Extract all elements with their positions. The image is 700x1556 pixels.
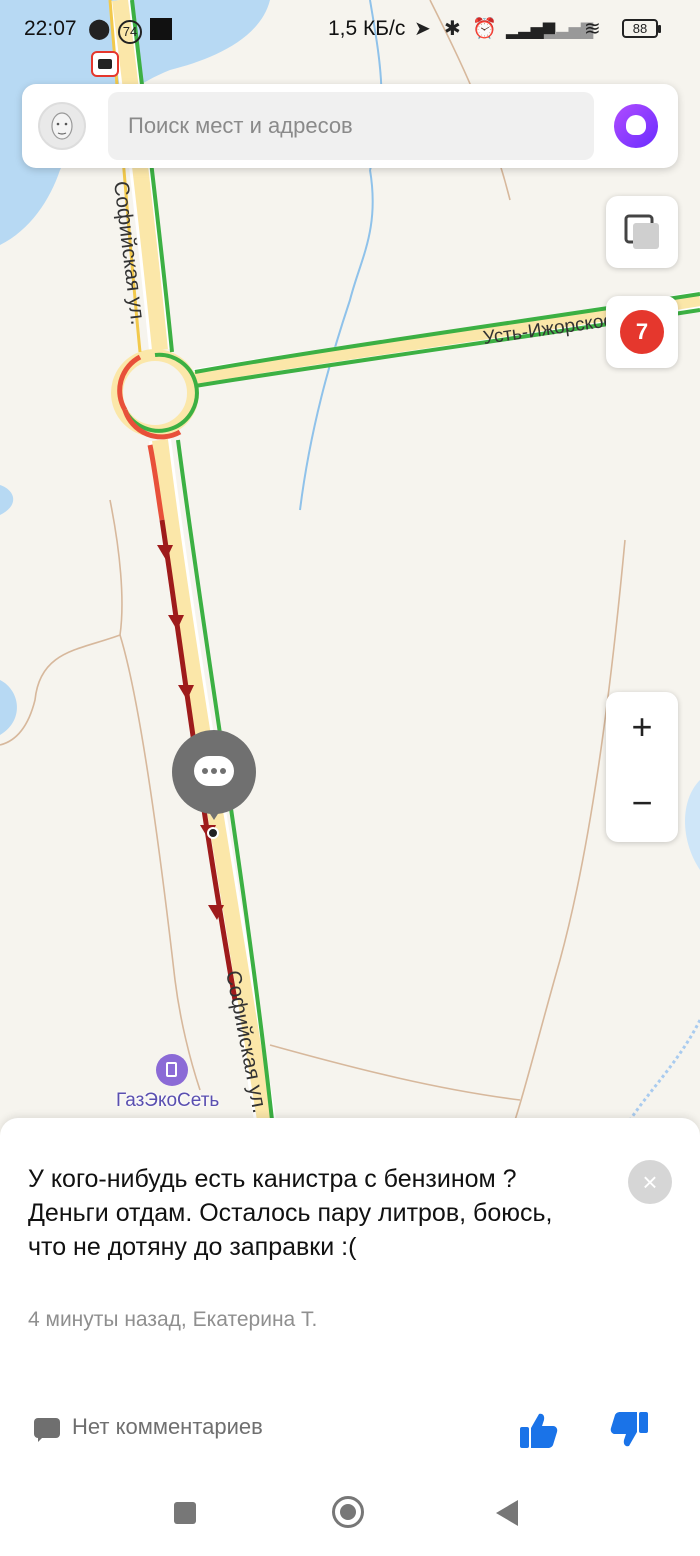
user-face-icon <box>51 112 73 140</box>
navigation-arrow-icon: ➤ <box>414 18 431 40</box>
bluetooth-icon: ✱ <box>444 18 461 40</box>
location-pin-icon: ⬤ <box>88 18 111 40</box>
app-square-icon <box>150 18 172 40</box>
search-bar <box>22 84 678 168</box>
gas-station-icon[interactable] <box>156 1054 188 1086</box>
like-button[interactable] <box>516 1408 560 1452</box>
alarm-icon: ⏰ <box>472 18 497 40</box>
system-nav-bar <box>0 1474 700 1556</box>
traffic-level-badge: 7 <box>620 310 664 354</box>
layers-icon <box>624 214 659 249</box>
zoom-controls: + − <box>606 692 678 842</box>
voice-assistant-icon[interactable] <box>614 104 658 148</box>
close-button[interactable]: × <box>628 1160 672 1204</box>
back-button[interactable] <box>496 1500 518 1526</box>
thumbs-up-icon <box>520 1413 558 1448</box>
dislike-button[interactable] <box>608 1408 652 1452</box>
home-button[interactable] <box>332 1496 364 1528</box>
poi-label[interactable]: ГазЭкоСеть <box>116 1090 219 1112</box>
search-input[interactable] <box>108 92 594 160</box>
comments-label: Нет комментариев <box>72 1414 263 1439</box>
map-canvas[interactable]: Софийская ул. Усть-Ижорское ш. Софийская… <box>0 0 700 1120</box>
recent-apps-button[interactable] <box>174 1502 196 1524</box>
traffic-button[interactable]: 7 <box>606 296 678 368</box>
chat-bubble-icon <box>194 756 234 786</box>
message-meta: 4 минуты назад, Екатерина Т. <box>28 1308 318 1331</box>
layers-button[interactable] <box>606 196 678 268</box>
comment-icon <box>34 1418 60 1442</box>
chat-message-pin[interactable] <box>172 730 256 820</box>
notification-badge: 74 <box>118 20 142 44</box>
network-speed: 1,5 КБ/с <box>328 17 406 40</box>
zoom-in-button[interactable]: + <box>606 692 678 764</box>
wifi-icon: ≋ <box>584 18 601 40</box>
status-bar: 22:07 ⬤ 74 1,5 КБ/с ➤ ✱ ⏰ ▂▃▅▇ ▂▃▅▇ ≋ 88 <box>0 0 700 60</box>
battery-indicator: 88 <box>622 19 661 38</box>
zoom-out-button[interactable]: − <box>606 768 678 840</box>
profile-avatar[interactable] <box>38 102 86 150</box>
thumbs-down-icon <box>610 1412 648 1447</box>
message-text: У кого-нибудь есть канистра с бензином ?… <box>28 1165 553 1261</box>
clock: 22:07 <box>24 17 77 40</box>
